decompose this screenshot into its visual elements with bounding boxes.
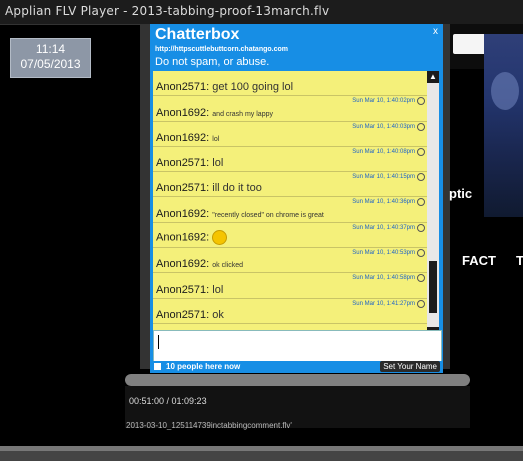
message-timestamp: Sun Mar 10, 1:40:03pm — [352, 123, 415, 130]
scroll-thumb[interactable] — [429, 261, 437, 313]
chat-message: Sun Mar 10, 1:40:03pm Anon1692: lol — [153, 122, 427, 147]
title-bar: Applian FLV Player - 2013-tabbing-proof-… — [0, 0, 523, 25]
gear-icon[interactable] — [417, 274, 425, 283]
right-text-fact: FACT — [462, 253, 496, 268]
gear-icon[interactable] — [417, 299, 425, 308]
chatterbox-rules: Do not spam, or abuse. — [155, 56, 270, 68]
emoji-icon — [212, 230, 228, 246]
message-body: Anon2571: ok — [156, 309, 224, 321]
gear-icon[interactable] — [417, 122, 425, 131]
gear-icon[interactable] — [417, 198, 425, 207]
close-icon[interactable]: x — [433, 26, 438, 37]
message-body: Anon1692: and crash my lappy — [156, 107, 273, 119]
message-text: lol — [212, 135, 220, 143]
scroll-up-icon[interactable]: ▲ — [427, 71, 439, 83]
people-count[interactable]: 10 people here now — [166, 362, 240, 371]
gear-icon[interactable] — [417, 249, 425, 258]
window-title: Applian FLV Player - 2013-tabbing-proof-… — [5, 4, 330, 18]
message-text: and crash my lappy — [212, 110, 273, 118]
seek-bar[interactable] — [125, 374, 470, 386]
chatterbox-url[interactable]: http://httpscuttlebuttcorn.chatango.com — [155, 46, 288, 53]
message-timestamp: Sun Mar 10, 1:40:08pm — [352, 148, 415, 155]
chatterbox-title: Chatterbox — [155, 26, 240, 43]
chat-message: Sun Mar 10, 1:40:15pm Anon2571: ill do it… — [153, 172, 427, 198]
message-body: Anon2571: get 100 going lol — [156, 81, 293, 93]
message-text: lol — [212, 283, 224, 296]
message-user[interactable]: Anon2571: — [156, 157, 209, 169]
gear-icon[interactable] — [417, 97, 425, 106]
clock-date: 07/05/2013 — [20, 57, 81, 71]
message-timestamp: Sun Mar 10, 1:40:36pm — [352, 199, 415, 206]
message-user[interactable]: Anon1692: — [156, 231, 209, 243]
chat-message: Sun Mar 10, 1:40:08pm Anon2571: lol — [153, 147, 427, 173]
chat-message: Anon2571: get 100 going lol — [153, 71, 427, 97]
message-user[interactable]: Anon2571: — [156, 182, 209, 194]
set-name-button[interactable]: Set Your Name — [380, 361, 440, 372]
message-user[interactable]: Anon2571: — [156, 309, 209, 321]
chat-message: Sun Mar 10, 1:41:27pm Anon2571: ok — [153, 299, 427, 324]
message-user[interactable]: Anon2571: — [156, 284, 209, 296]
message-user[interactable]: Anon1692: — [156, 208, 209, 220]
chat-message: Sun Mar 10, 1:40:53pm Anon1692: ok clicke… — [153, 248, 427, 274]
right-text-fragment: T — [516, 253, 523, 268]
message-user[interactable]: Anon1692: — [156, 107, 209, 119]
gear-icon[interactable] — [417, 147, 425, 156]
chat-message: Sun Mar 10, 1:40:58pm Anon2571: lol — [153, 273, 427, 299]
right-text-fragment: ptic — [449, 186, 473, 201]
message-body: Anon1692: lol — [156, 132, 219, 144]
gear-icon[interactable] — [417, 223, 425, 232]
message-user[interactable]: Anon1692: — [156, 258, 209, 270]
message-text: get 100 going lol — [212, 81, 294, 94]
text-caret — [158, 335, 159, 349]
message-body: Anon1692: "recently closed" on chrome is… — [156, 208, 324, 220]
message-input[interactable] — [153, 330, 442, 362]
bottom-strip — [0, 451, 523, 461]
message-body: Anon2571: ill do it too — [156, 182, 262, 194]
photo-thumbnail — [484, 34, 523, 217]
chatterbox-footer: 10 people here now Set Your Name — [150, 361, 443, 373]
message-timestamp: Sun Mar 10, 1:40:58pm — [352, 275, 415, 282]
scrollbar[interactable]: ▲ ▼ — [427, 71, 439, 339]
message-timestamp: Sun Mar 10, 1:41:27pm — [352, 300, 415, 307]
message-body: Anon1692: — [156, 230, 228, 246]
clock-time: 11:14 — [35, 42, 66, 56]
file-name: 2013-03-10_125114739inctabbingcomment.fl… — [126, 421, 292, 430]
speaker-icon[interactable] — [154, 363, 161, 370]
message-list[interactable]: Anon2571: get 100 going lol Sun Mar 10, 1… — [153, 71, 427, 339]
message-text: ok clicked — [212, 262, 244, 270]
message-timestamp: Sun Mar 10, 1:40:02pm — [352, 98, 415, 105]
message-body: Anon2571: lol — [156, 157, 223, 169]
chat-message: Sun Mar 10, 1:40:36pm Anon1692: "recently… — [153, 197, 427, 223]
message-timestamp: Sun Mar 10, 1:40:37pm — [352, 224, 415, 231]
message-timestamp: Sun Mar 10, 1:40:53pm — [352, 250, 415, 257]
message-body: Anon2571: lol — [156, 284, 223, 296]
photo-face — [491, 72, 519, 110]
chat-message: Sun Mar 10, 1:40:37pm Anon1692: — [153, 223, 427, 249]
message-user[interactable]: Anon1692: — [156, 132, 209, 144]
playback-time: 00:51:00 / 01:09:23 — [129, 396, 207, 406]
message-text: ok — [212, 308, 224, 321]
gear-icon[interactable] — [417, 173, 425, 182]
message-user[interactable]: Anon2571: — [156, 81, 209, 93]
message-text: lol — [212, 157, 224, 170]
message-text: "recently closed" on chrome is great — [212, 211, 324, 219]
message-text: ill do it too — [212, 182, 262, 195]
chat-message: Sun Mar 10, 1:40:02pm Anon1692: and crash… — [153, 96, 427, 122]
chatterbox-widget: Chatterbox x http://httpscuttlebuttcorn.… — [150, 24, 443, 373]
message-body: Anon1692: ok clicked — [156, 258, 243, 270]
message-timestamp: Sun Mar 10, 1:40:15pm — [352, 174, 415, 181]
overlay-clock: 11:14 07/05/2013 — [10, 38, 91, 78]
